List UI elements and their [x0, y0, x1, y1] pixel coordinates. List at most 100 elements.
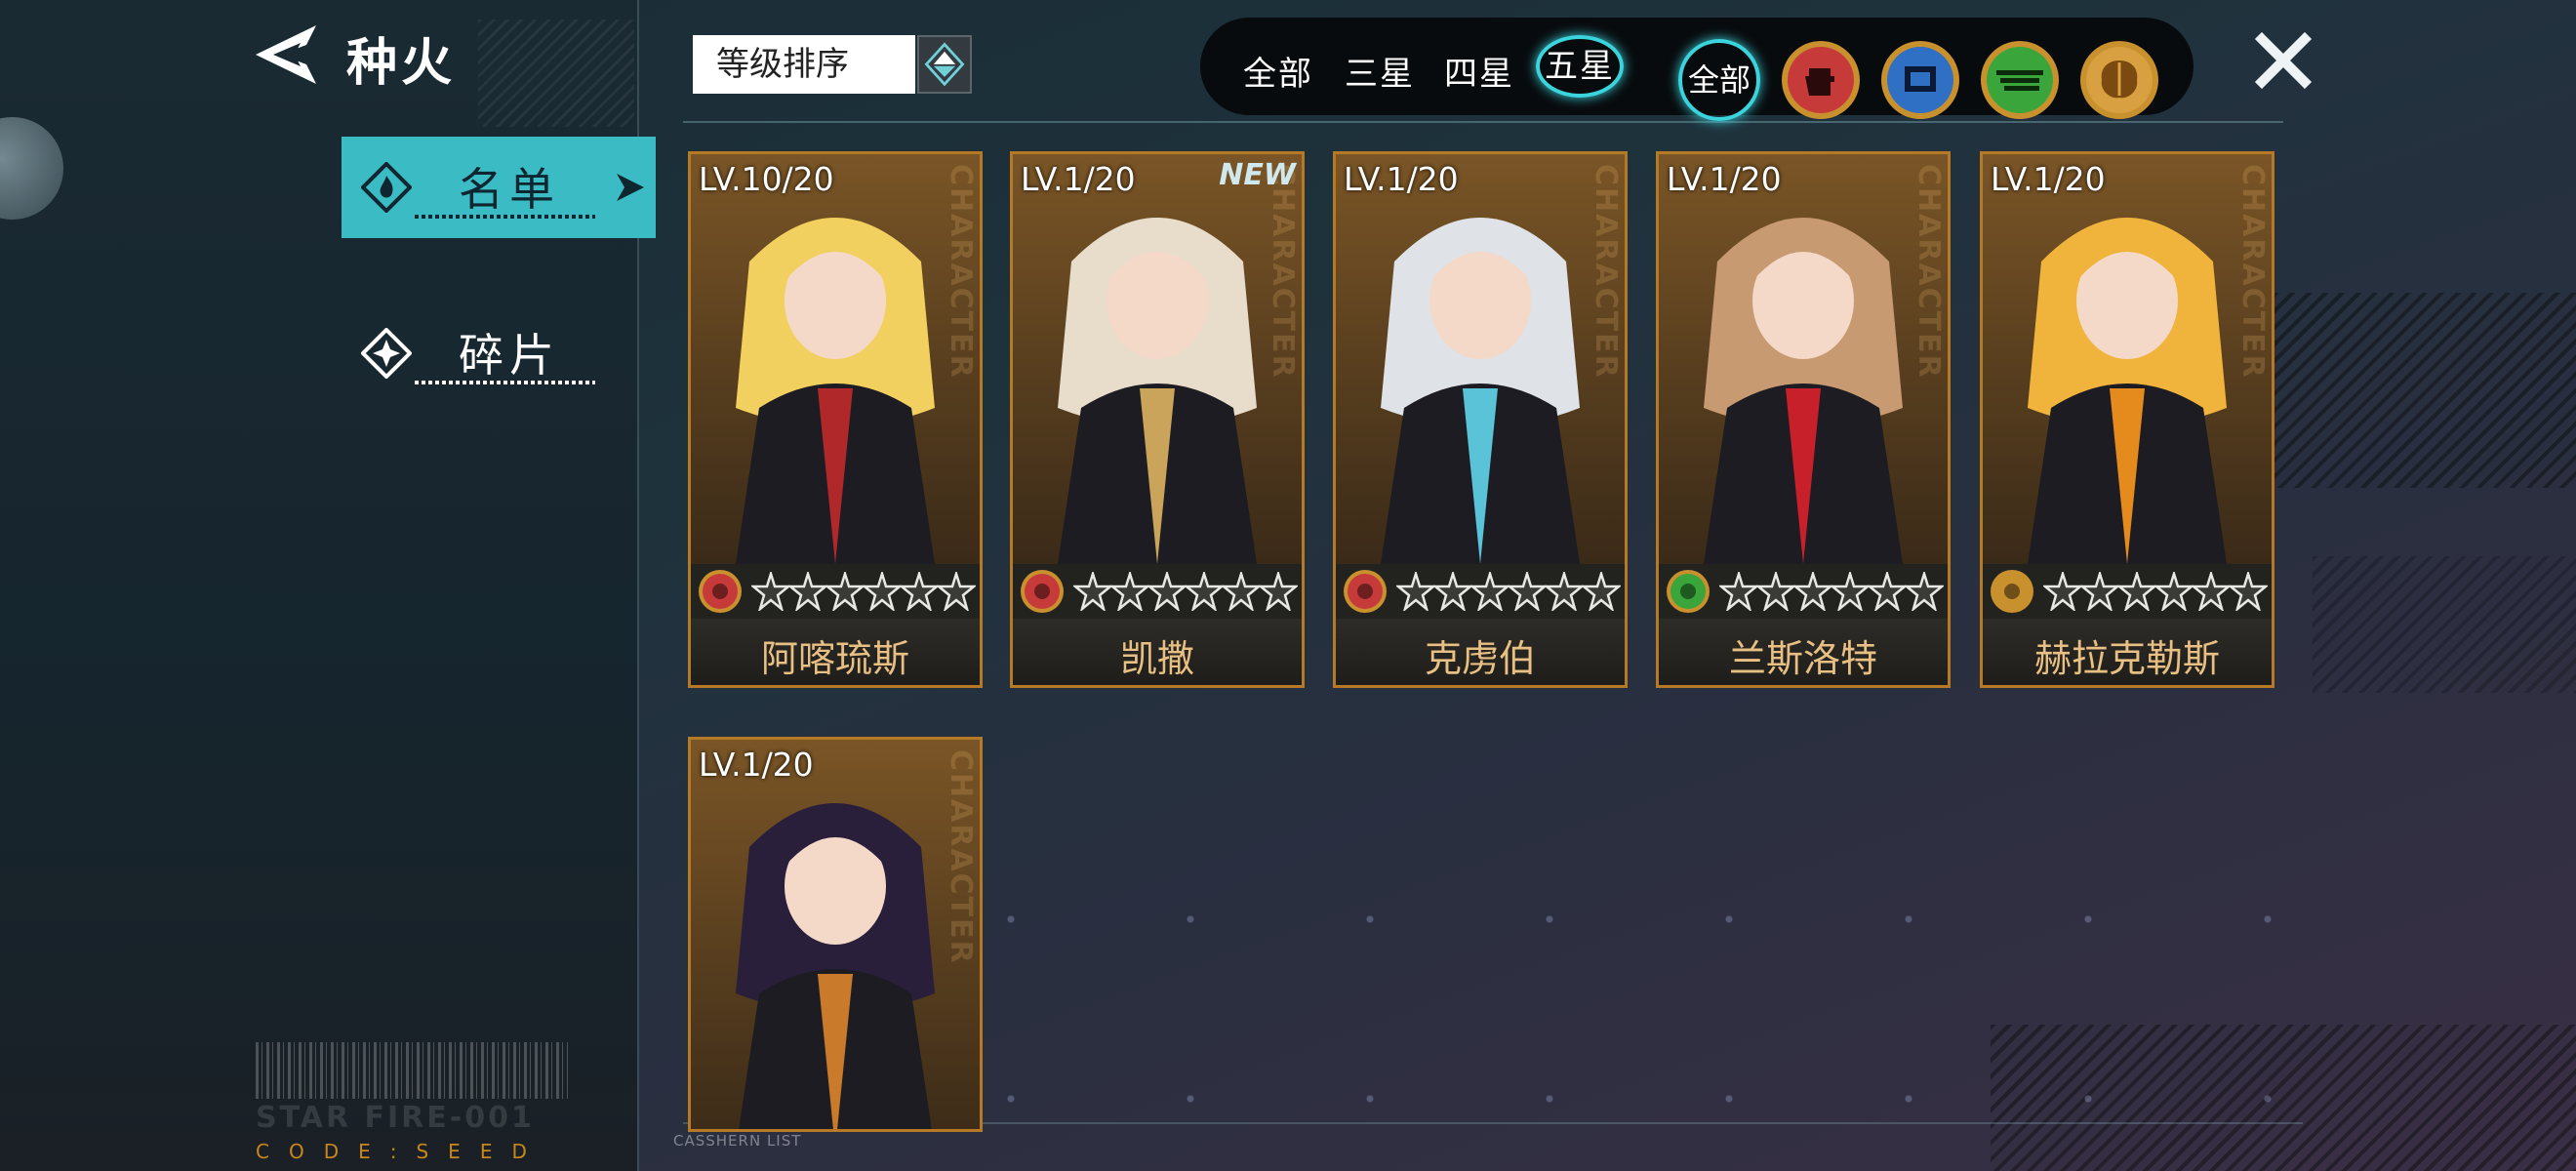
star-icon [1756, 572, 1795, 611]
star-icon [1433, 572, 1472, 611]
star-icon [825, 572, 865, 611]
card-name: 阿喀琉斯 [760, 637, 909, 680]
star-icon [2192, 572, 2231, 611]
filter-four-star[interactable]: 四星 [1444, 47, 1514, 95]
brand-text: STAR FIRE-001 [256, 1101, 535, 1135]
card-watermark-text: CHARACTER [944, 164, 978, 380]
character-card[interactable]: CHARACTER LV.1/20 [688, 737, 983, 1132]
chip-icon [1881, 41, 1959, 119]
star-icon [1470, 572, 1509, 611]
character-card[interactable]: CHARACTER LV.10/20 阿喀琉斯 [688, 151, 983, 688]
nav-label: 名单 [459, 163, 560, 216]
fist-icon [1344, 570, 1387, 613]
star-icon [788, 572, 827, 611]
nav-item-roster[interactable]: 名单 [342, 137, 656, 238]
star-icon [1147, 572, 1187, 611]
type-filter-all[interactable]: 全部 [1678, 39, 1760, 121]
speed-icon [1981, 41, 2059, 119]
card-rarity-row [691, 564, 980, 619]
card-name-bar: 赫拉克勒斯 [1983, 619, 2272, 685]
card-name: 克虏伯 [1424, 637, 1536, 680]
nav-underline [415, 381, 595, 384]
back-button[interactable] [252, 21, 322, 88]
character-portrait [691, 154, 980, 564]
code-text: CODE:SEED [256, 1140, 546, 1163]
type-filter-chip[interactable] [1879, 39, 1961, 121]
close-button[interactable] [2254, 31, 2313, 90]
sort-order-toggle[interactable] [917, 35, 972, 94]
flame-diamond-icon [361, 162, 412, 213]
star-icon [1905, 572, 1944, 611]
star-icon [1222, 572, 1261, 611]
shard-diamond-icon [361, 328, 412, 379]
card-level: LV.1/20 [1667, 160, 1782, 198]
fist-icon [1021, 570, 1064, 613]
speed-icon [1667, 570, 1710, 613]
star-icon [863, 572, 902, 611]
card-name-bar: 克虏伯 [1336, 619, 1625, 685]
back-arrow-icon [256, 25, 316, 84]
card-name: 赫拉克勒斯 [2033, 637, 2220, 680]
nav-label: 碎片 [459, 329, 560, 382]
star-icon [1868, 572, 1907, 611]
fist-icon [1782, 41, 1860, 119]
card-watermark-text: CHARACTER [1266, 164, 1300, 380]
type-filter-brain[interactable] [2078, 39, 2160, 121]
character-portrait [691, 740, 980, 1129]
star-icon [2117, 572, 2156, 611]
character-portrait [1013, 154, 1302, 564]
filter-bar: 全部 三星 四星 五星 全部 [1200, 18, 2194, 121]
filter-five-star[interactable]: 五星 [1536, 35, 1624, 98]
new-badge: NEW [1219, 158, 1296, 192]
card-name: 兰斯洛特 [1728, 637, 1877, 680]
star-icon [1719, 572, 1758, 611]
card-name: 凯撒 [1119, 637, 1194, 680]
card-level: LV.10/20 [699, 160, 834, 198]
sort-dropdown[interactable]: 等级排序 [693, 35, 915, 94]
star-icon [1073, 572, 1112, 611]
card-level: LV.1/20 [1991, 160, 2106, 198]
character-card[interactable]: CHARACTER LV.1/20 克虏伯 [1333, 151, 1628, 688]
character-portrait [1659, 154, 1948, 564]
card-rarity-row [1659, 564, 1948, 619]
character-card[interactable]: CHARACTER LV.1/20 兰斯洛特 [1656, 151, 1951, 688]
card-watermark-text: CHARACTER [1912, 164, 1946, 380]
filter-all-stars[interactable]: 全部 [1243, 47, 1313, 95]
type-filter-fist[interactable] [1780, 39, 1862, 121]
card-level: LV.1/20 [699, 746, 814, 784]
type-filter-speed[interactable] [1979, 39, 2061, 121]
character-card[interactable]: CHARACTER LV.1/20 赫拉克勒斯 [1980, 151, 2274, 688]
nav-item-fragments[interactable]: 碎片 [342, 303, 656, 404]
character-card[interactable]: CHARACTER LV.1/20 NEW 凯撒 [1010, 151, 1305, 688]
card-rarity-row [1336, 564, 1625, 619]
card-rarity-row [1013, 564, 1302, 619]
star-icon [2229, 572, 2268, 611]
close-icon [2254, 31, 2313, 90]
card-name-bar: 兰斯洛特 [1659, 619, 1948, 685]
card-watermark-text: CHARACTER [2235, 164, 2270, 380]
filter-three-star[interactable]: 三星 [1345, 47, 1415, 95]
star-icon [751, 572, 790, 611]
card-level: LV.1/20 [1344, 160, 1459, 198]
star-icon [2154, 572, 2194, 611]
page-title: 种火 [346, 34, 457, 93]
star-icon [1582, 572, 1621, 611]
star-icon [1831, 572, 1870, 611]
list-tag: CASSHERN LIST [673, 1132, 802, 1150]
character-portrait [1983, 154, 2272, 564]
star-icon [1508, 572, 1547, 611]
brain-icon [1991, 570, 2033, 613]
star-icon [1110, 572, 1149, 611]
star-icon [2080, 572, 2119, 611]
star-icon [937, 572, 976, 611]
star-icon [1259, 572, 1298, 611]
barcode-decoration [256, 1042, 568, 1099]
brain-icon [2080, 41, 2158, 119]
card-level: LV.1/20 [1021, 160, 1136, 198]
sort-diamond-icon [924, 42, 965, 87]
star-icon [1396, 572, 1435, 611]
card-rarity-row [1983, 564, 2272, 619]
fist-icon [699, 570, 742, 613]
bg-stripes [2313, 556, 2576, 693]
star-icon [900, 572, 939, 611]
